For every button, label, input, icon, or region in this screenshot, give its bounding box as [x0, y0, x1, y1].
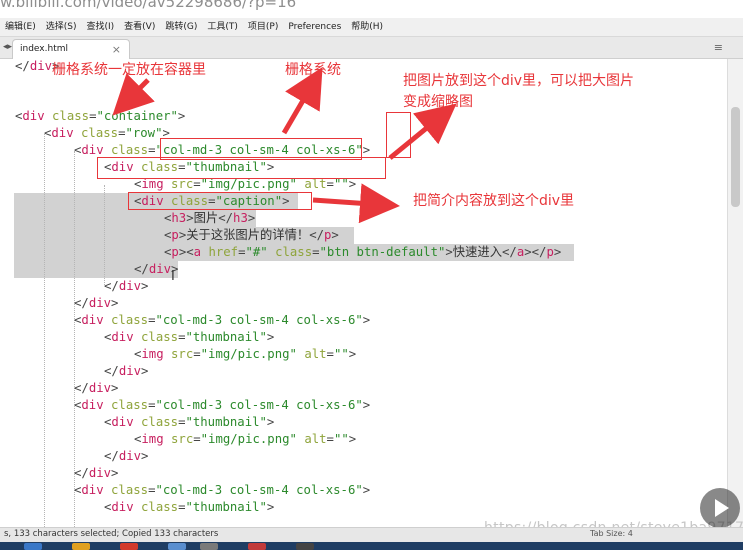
- scroll-thumb[interactable]: [731, 107, 740, 207]
- vertical-scrollbar[interactable]: [727, 59, 743, 527]
- arrow-icon: [388, 103, 457, 160]
- taskbar-app-icon[interactable]: [72, 543, 90, 550]
- taskbar-app-icon[interactable]: [168, 543, 186, 550]
- arrow-icon: [312, 183, 400, 224]
- annotation-arrows: [112, 67, 457, 224]
- play-icon: [715, 499, 729, 517]
- taskbar-app-icon[interactable]: [200, 543, 218, 550]
- status-tab-size[interactable]: Tab Size: 4: [590, 529, 633, 538]
- taskbar-app-icon[interactable]: [120, 543, 138, 550]
- arrow-icon: [112, 73, 155, 116]
- status-bar: s, 133 characters selected; Copied 133 c…: [0, 527, 743, 542]
- status-text: s, 133 characters selected; Copied 133 c…: [4, 529, 219, 539]
- taskbar-app-icon[interactable]: [248, 543, 266, 550]
- arrow-icon: [281, 67, 323, 135]
- taskbar-app-icon[interactable]: [24, 543, 42, 550]
- taskbar-app-icon[interactable]: [296, 543, 314, 550]
- taskbar: [0, 542, 743, 550]
- play-button[interactable]: [700, 488, 740, 528]
